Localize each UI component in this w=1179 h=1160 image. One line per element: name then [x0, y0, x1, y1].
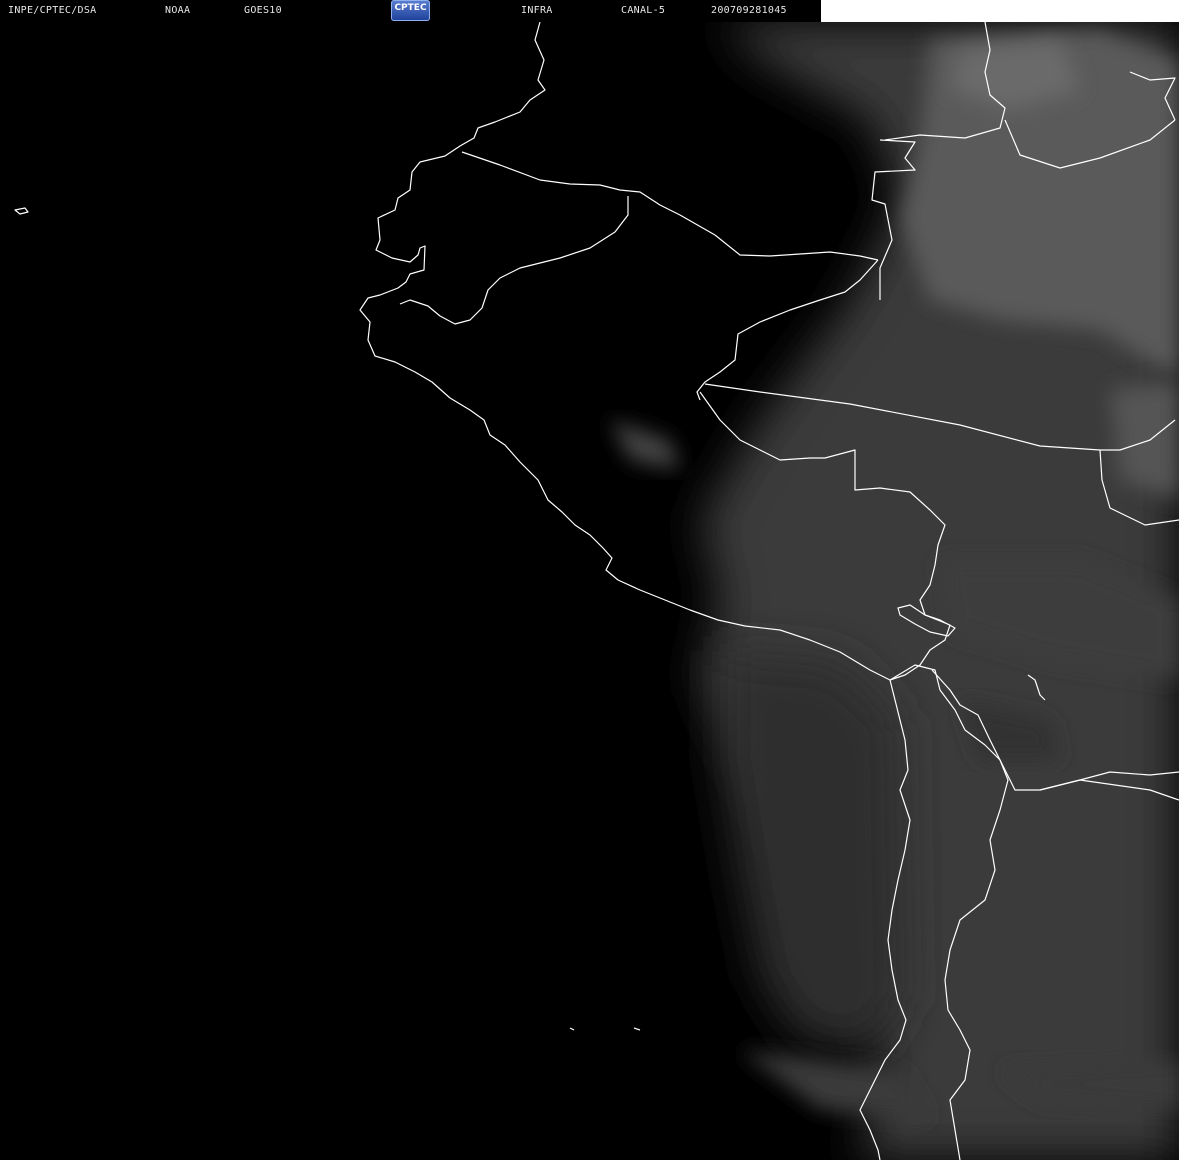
timestamp-label: 200709281045 — [711, 5, 787, 16]
agency-label: NOAA — [165, 5, 191, 16]
island-small-2 — [633, 1027, 641, 1031]
header-blank-area — [821, 0, 1179, 22]
image-header-bar: INPE/CPTEC/DSA NOAA GOES10 CPTEC INFRA C… — [0, 0, 821, 22]
map-canvas — [14, 22, 1179, 1160]
satellite-label: GOES10 — [244, 5, 282, 16]
border-colombia-ecuador — [461, 151, 879, 261]
island-small-1 — [569, 1027, 575, 1031]
satellite-image — [0, 22, 1179, 1160]
galapagos-island — [14, 207, 29, 215]
channel-label: CANAL-5 — [621, 5, 666, 16]
cloud-cover — [610, 22, 1179, 1160]
product-label: INFRA — [521, 5, 553, 16]
cptec-logo: CPTEC — [391, 0, 430, 21]
institution-label: INPE/CPTEC/DSA — [8, 5, 97, 16]
border-ecuador-peru — [399, 196, 629, 325]
logo-text: CPTEC — [394, 3, 427, 13]
